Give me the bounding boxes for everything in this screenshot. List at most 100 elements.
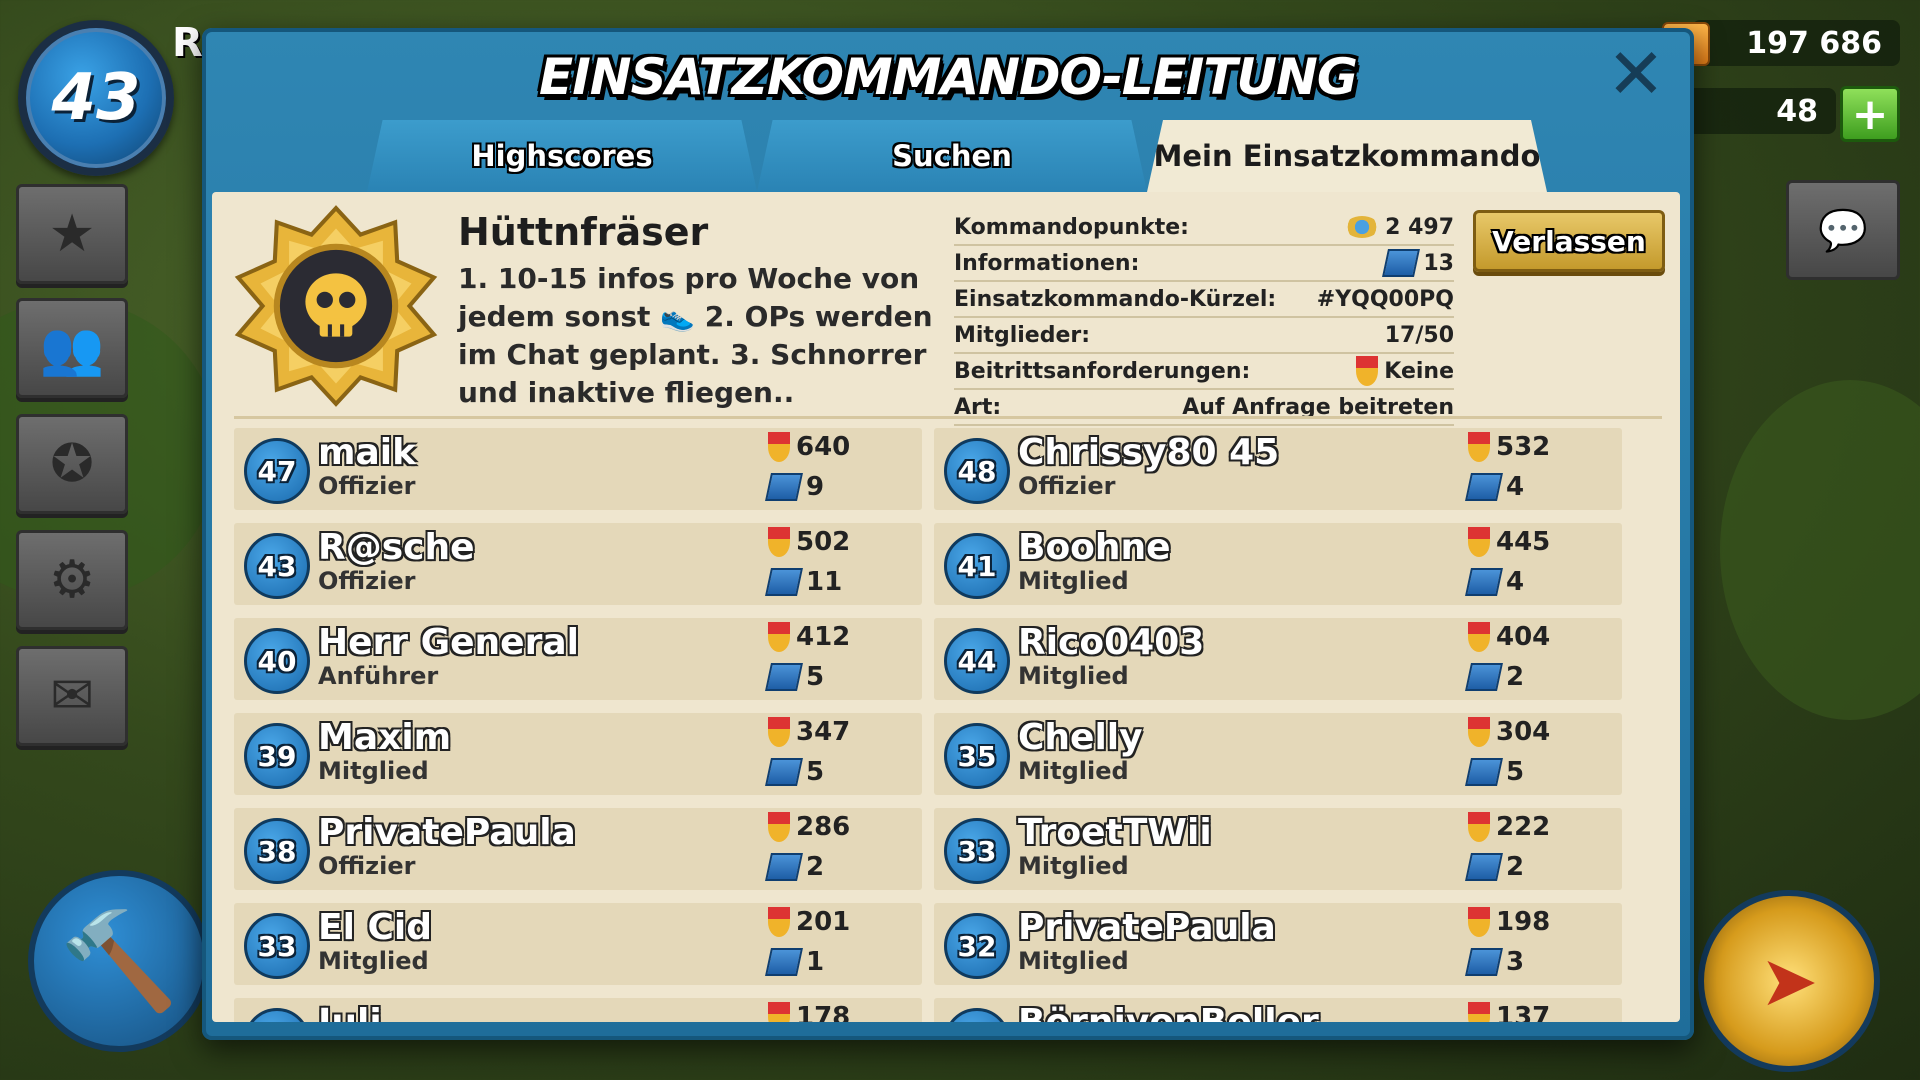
tab-my-task-force[interactable]: Mein Einsatzkommando xyxy=(1147,120,1547,192)
build-button[interactable]: 🔨 xyxy=(28,870,210,1052)
dialog-title: EINSATZKOMMANDO-LEITUNG xyxy=(539,48,1358,106)
member-intel-count: 5 xyxy=(1506,757,1525,787)
member-intel-count: 4 xyxy=(1506,567,1525,597)
command-points-icon xyxy=(1345,216,1380,238)
medal-icon xyxy=(1468,432,1490,462)
close-button[interactable]: ✕ xyxy=(1604,39,1668,109)
medal-icon xyxy=(768,812,790,842)
member-row[interactable]: Juli 178 xyxy=(234,998,922,1022)
member-level-badge: 33 xyxy=(244,913,310,979)
member-level: 33 xyxy=(257,929,297,963)
intel-icon xyxy=(1465,663,1503,691)
member-row[interactable]: 38 PrivatePaula Offizier 286 2 xyxy=(234,808,922,890)
member-role: Mitglied xyxy=(1018,662,1129,690)
member-row[interactable]: 33 El Cid Mitglied 201 1 xyxy=(234,903,922,985)
member-role: Offizier xyxy=(1018,472,1116,500)
member-row[interactable]: 39 Maxim Mitglied 347 5 xyxy=(234,713,922,795)
member-intel-count: 2 xyxy=(806,852,825,882)
envelope-icon: ✉ xyxy=(50,666,94,726)
medal-icon xyxy=(768,1002,790,1022)
member-row[interactable]: 40 Herr General Anführer 412 5 xyxy=(234,618,922,700)
member-row[interactable]: BörnivonBoller 137 xyxy=(934,998,1622,1022)
task-force-button[interactable]: 👥 xyxy=(16,298,128,398)
settings-button[interactable]: ⚙ xyxy=(16,530,128,630)
team-name: Hüttnfräser xyxy=(458,210,709,254)
member-row[interactable]: 48 Chrissy80 45 Offizier 532 4 xyxy=(934,428,1622,510)
divider xyxy=(234,416,1662,419)
member-medals: 445 xyxy=(1468,527,1550,557)
member-row[interactable]: 35 Chelly Mitglied 304 5 xyxy=(934,713,1622,795)
member-role: Anführer xyxy=(318,662,439,690)
member-row[interactable]: 32 PrivatePaula Mitglied 198 3 xyxy=(934,903,1622,985)
intel-icon xyxy=(765,948,803,976)
stat-label: Einsatzkommando-Kürzel: xyxy=(954,286,1277,312)
member-level-badge: 47 xyxy=(244,438,310,504)
member-row[interactable]: 33 TroetTWii Mitglied 222 2 xyxy=(934,808,1622,890)
player-name: R xyxy=(172,20,203,66)
member-row[interactable]: 43 R@sche Offizier 502 11 xyxy=(234,523,922,605)
member-medal-count: 178 xyxy=(796,1002,851,1022)
group-icon: 👥 xyxy=(39,318,105,379)
member-intel: 9 xyxy=(765,472,824,502)
stat-value[interactable]: #YQQ00PQ xyxy=(1317,287,1454,312)
player-level-badge[interactable]: 43 xyxy=(18,20,174,176)
map-button[interactable]: ➤ xyxy=(1698,890,1880,1072)
tab-highscores[interactable]: Highscores xyxy=(367,120,757,192)
member-intel-count: 5 xyxy=(806,662,825,692)
stat-value: 13 xyxy=(1423,250,1454,276)
intel-icon xyxy=(1465,948,1503,976)
member-row[interactable]: 44 Rico0403 Mitglied 404 2 xyxy=(934,618,1622,700)
member-intel: 4 xyxy=(1465,567,1525,597)
chat-button[interactable]: 💬 xyxy=(1786,180,1900,280)
member-role: Mitglied xyxy=(318,757,429,785)
member-level-badge: 33 xyxy=(944,818,1010,884)
member-role: Mitglied xyxy=(1018,757,1129,785)
buy-diamonds-button[interactable]: + xyxy=(1840,86,1900,142)
member-name: Rico0403 xyxy=(1018,622,1205,663)
medal-icon xyxy=(1468,907,1490,937)
gold-value: 197 686 xyxy=(1746,25,1882,61)
member-intel-count: 2 xyxy=(1506,852,1525,882)
gold-resource: 197 686 xyxy=(1662,20,1900,66)
member-medals: 222 xyxy=(1468,812,1550,842)
mail-button[interactable]: ✉ xyxy=(16,646,128,746)
member-medal-count: 347 xyxy=(796,717,851,747)
member-level: 39 xyxy=(257,739,297,773)
member-intel: 11 xyxy=(765,567,842,597)
member-row[interactable]: 47 maik Offizier 640 9 xyxy=(234,428,922,510)
leave-button[interactable]: Verlassen xyxy=(1473,210,1665,272)
member-row[interactable]: 41 Boohne Mitglied 445 4 xyxy=(934,523,1622,605)
member-medal-count: 412 xyxy=(796,622,851,652)
member-role: Offizier xyxy=(318,472,416,500)
member-name: Boohne xyxy=(1018,527,1171,568)
member-name: El Cid xyxy=(318,907,432,948)
team-stats: Kommandopunkte: 2 497 Informationen: 13 … xyxy=(954,210,1454,426)
achievements-button[interactable]: ✪ xyxy=(16,414,128,514)
member-level-badge: 48 xyxy=(944,438,1010,504)
tab-search[interactable]: Suchen xyxy=(757,120,1147,192)
member-medals: 286 xyxy=(768,812,850,842)
member-medal-count: 304 xyxy=(1496,717,1551,747)
member-name: Juli xyxy=(318,1002,382,1022)
member-role: Offizier xyxy=(318,567,416,595)
member-level: 41 xyxy=(957,549,997,583)
leaderboard-button[interactable]: ★ xyxy=(16,184,128,284)
member-intel-count: 1 xyxy=(806,947,825,977)
member-medals: 502 xyxy=(768,527,850,557)
member-medal-count: 502 xyxy=(796,527,851,557)
intel-icon xyxy=(1465,758,1503,786)
intel-icon xyxy=(765,663,803,691)
member-level-badge: 38 xyxy=(244,818,310,884)
member-name: Chelly xyxy=(1018,717,1143,758)
gear-icon: ⚙ xyxy=(48,550,96,610)
stat-label: Informationen: xyxy=(954,250,1140,276)
intel-icon xyxy=(765,758,803,786)
intel-icon xyxy=(1382,249,1421,277)
medal-icon xyxy=(768,717,790,747)
member-name: maik xyxy=(318,432,417,473)
member-level-badge: 40 xyxy=(244,628,310,694)
stat-row-type: Art: Auf Anfrage beitreten xyxy=(954,390,1454,426)
stat-row-members: Mitglieder: 17/50 xyxy=(954,318,1454,354)
team-description: 1. 10-15 infos pro Woche von jedem sonst… xyxy=(458,262,933,409)
medal-icon xyxy=(1468,622,1490,652)
